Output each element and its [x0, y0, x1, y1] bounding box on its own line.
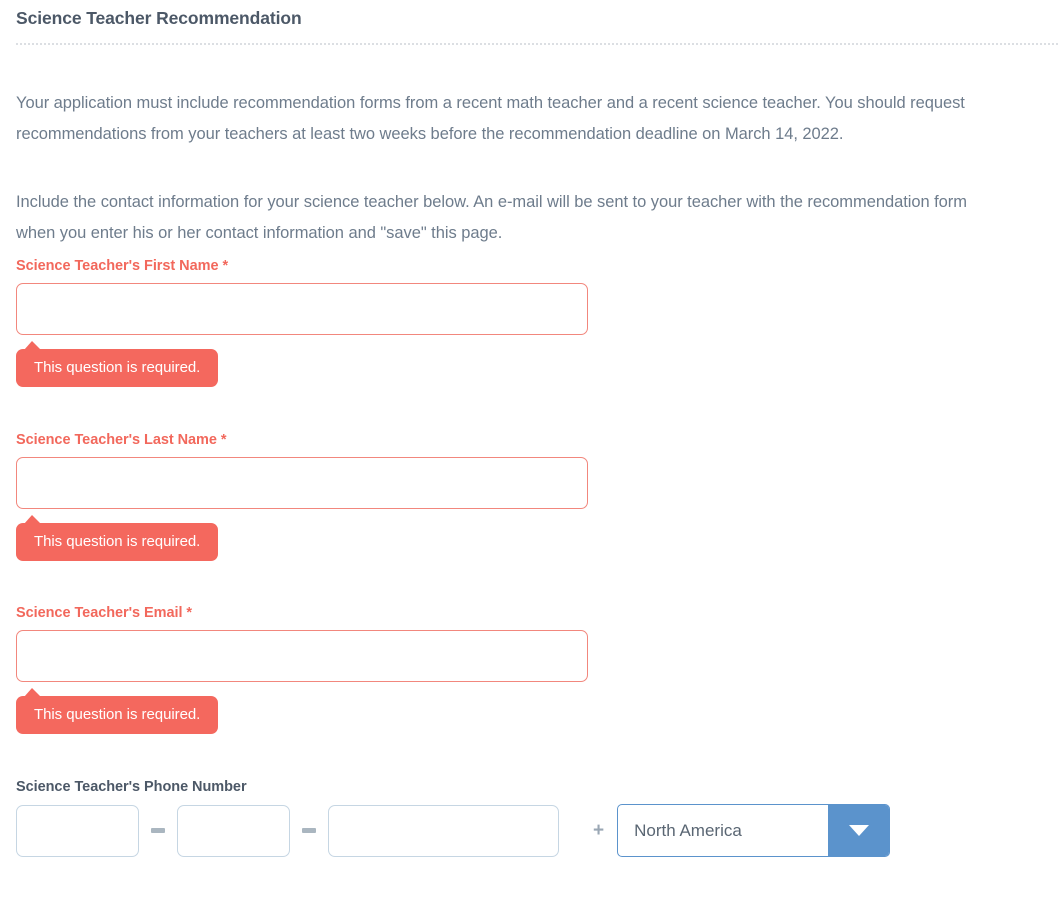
intro-paragraph-1: Your application must include recommenda… — [16, 93, 965, 143]
page-title: Science Teacher Recommendation — [16, 8, 302, 28]
error-message-last-name: This question is required. — [16, 515, 219, 561]
field-label-first-name: Science Teacher's First Name * — [16, 258, 229, 274]
field-science-teacher-last-name: Science Teacher's Last Name * This quest… — [16, 432, 588, 561]
title-divider — [16, 43, 1058, 45]
field-science-teacher-email: Science Teacher's Email * This question … — [16, 605, 588, 734]
science-teacher-last-name-input[interactable] — [16, 457, 588, 509]
form-page: Science Teacher Recommendation Your appl… — [0, 0, 1058, 902]
phone-region-dropdown-button[interactable] — [828, 805, 890, 856]
error-message-email: This question is required. — [16, 688, 219, 734]
phone-area-code-input[interactable] — [16, 804, 139, 857]
science-teacher-first-name-input[interactable] — [16, 283, 588, 335]
phone-region-select[interactable]: North America — [617, 804, 891, 857]
phone-number-row: + North America — [16, 804, 891, 857]
plus-icon: + — [593, 820, 605, 841]
chevron-down-icon — [848, 825, 869, 836]
phone-separator-dash-1 — [151, 828, 165, 833]
field-label-last-name: Science Teacher's Last Name * — [16, 432, 227, 448]
phone-region-selected-value: North America — [634, 820, 742, 840]
field-science-teacher-phone: Science Teacher's Phone Number + North A… — [16, 779, 891, 857]
intro-paragraph-2: Include the contact information for your… — [16, 192, 967, 242]
phone-prefix-input[interactable] — [177, 804, 290, 857]
field-label-email: Science Teacher's Email * — [16, 605, 193, 621]
field-label-phone-number: Science Teacher's Phone Number — [16, 779, 247, 795]
error-message-first-name: This question is required. — [16, 341, 219, 387]
science-teacher-email-input[interactable] — [16, 630, 588, 682]
field-science-teacher-first-name: Science Teacher's First Name * This ques… — [16, 258, 588, 387]
phone-separator-dash-2 — [302, 828, 316, 833]
phone-line-number-input[interactable] — [328, 804, 559, 857]
